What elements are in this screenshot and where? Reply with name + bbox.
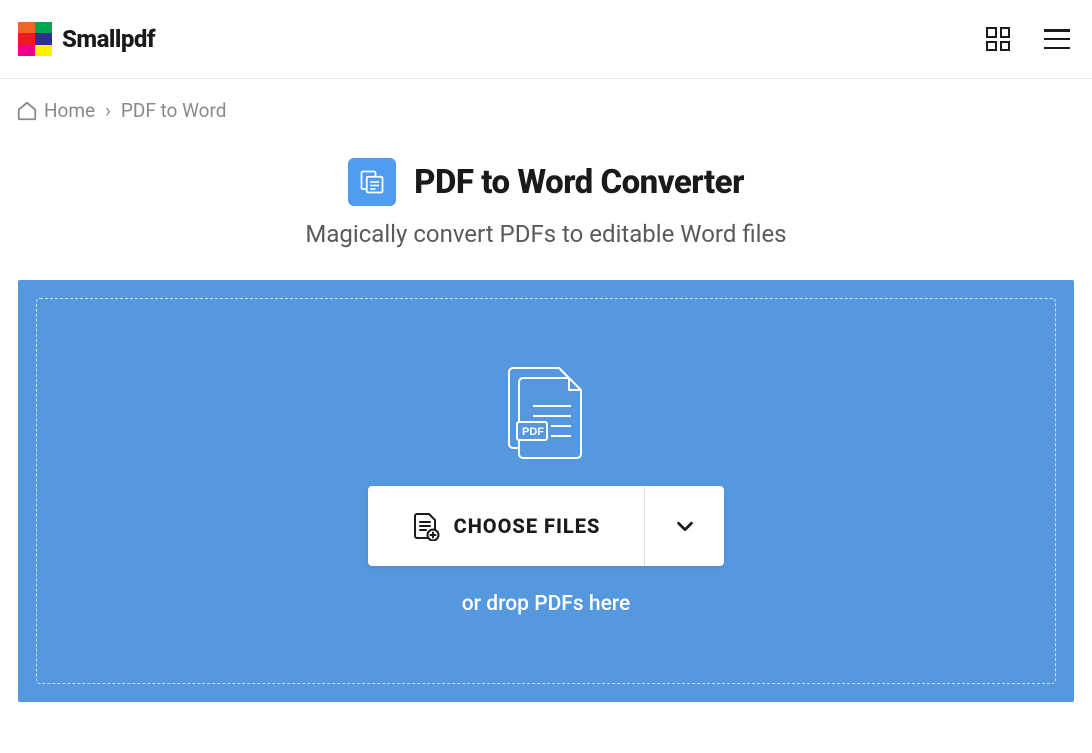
brand-name: Smallpdf: [62, 25, 155, 53]
drop-zone-inner: PDF CHOOSE FILES: [36, 298, 1056, 684]
choose-files-row: CHOOSE FILES: [368, 486, 725, 566]
choose-files-button[interactable]: CHOOSE FILES: [368, 486, 645, 566]
file-add-icon: [412, 511, 440, 541]
choose-files-label: CHOOSE FILES: [454, 514, 601, 538]
title-section: PDF to Word Converter Magically convert …: [0, 140, 1092, 280]
apps-grid-icon[interactable]: [986, 27, 1010, 51]
breadcrumb-home-label: Home: [44, 99, 95, 122]
header: Smallpdf: [0, 0, 1092, 79]
pdf-stack-icon: PDF: [503, 366, 589, 460]
breadcrumb: Home › PDF to Word: [0, 79, 1092, 140]
drop-hint: or drop PDFs here: [462, 592, 631, 616]
tool-icon: [348, 158, 396, 206]
choose-files-dropdown[interactable]: [644, 486, 724, 566]
logo-mark-icon: [18, 22, 52, 56]
page-subtitle: Magically convert PDFs to editable Word …: [0, 220, 1092, 248]
breadcrumb-home[interactable]: Home: [16, 99, 95, 122]
pdf-to-word-icon: [358, 168, 386, 196]
drop-zone[interactable]: PDF CHOOSE FILES: [18, 280, 1074, 702]
menu-icon[interactable]: [1044, 29, 1070, 49]
home-icon: [16, 100, 38, 122]
logo[interactable]: Smallpdf: [18, 22, 155, 56]
svg-text:PDF: PDF: [522, 426, 544, 438]
chevron-down-icon: [674, 515, 696, 537]
page-title: PDF to Word Converter: [414, 163, 744, 202]
breadcrumb-current: PDF to Word: [121, 99, 227, 122]
breadcrumb-separator: ›: [105, 99, 111, 122]
header-actions: [986, 27, 1074, 51]
